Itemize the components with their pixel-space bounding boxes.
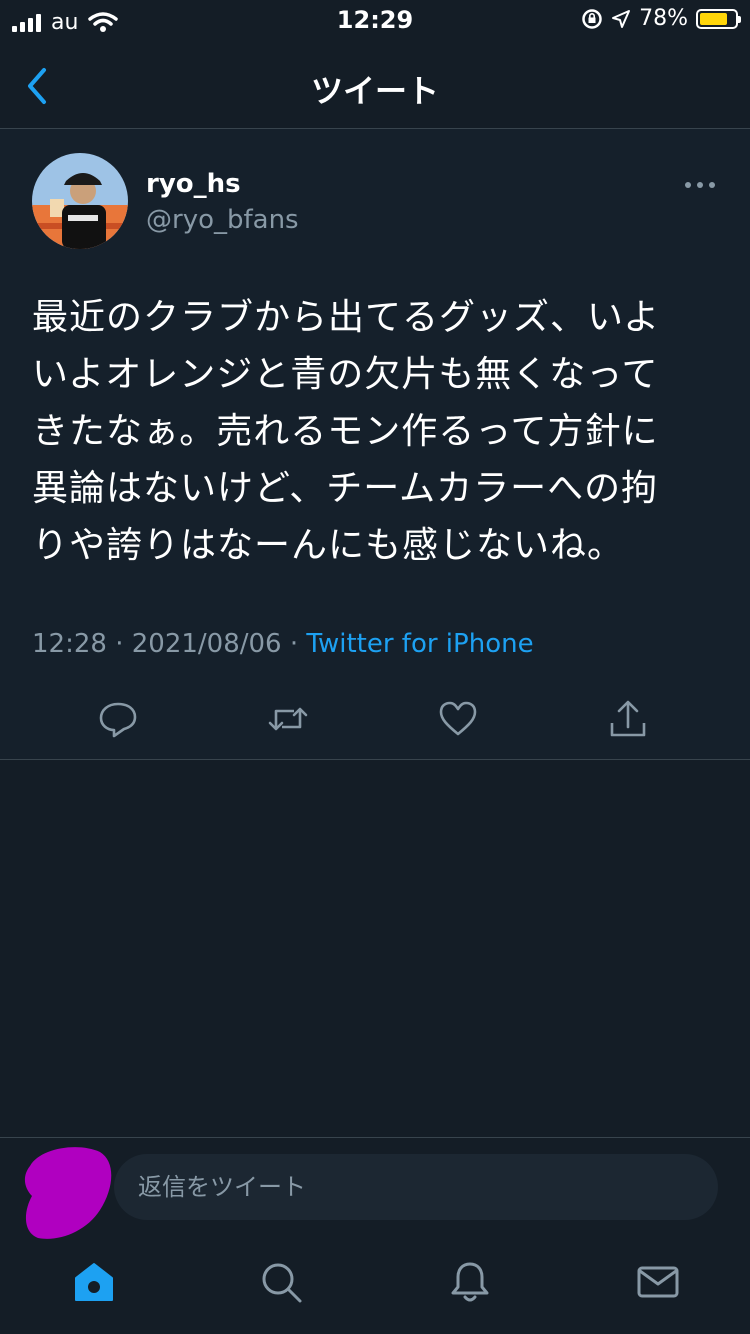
nav-bar: ツイート bbox=[0, 44, 750, 129]
tweet-actions bbox=[0, 689, 750, 749]
tweet-meta: 12:28 · 2021/08/06 · Twitter for iPhone bbox=[32, 629, 534, 659]
battery-percent: 78% bbox=[639, 6, 688, 31]
notifications-icon[interactable] bbox=[448, 1260, 492, 1304]
tab-bar bbox=[0, 1240, 750, 1334]
reply-icon[interactable] bbox=[98, 699, 138, 739]
status-bar: au 12:29 78% bbox=[0, 0, 750, 44]
tweet-text: 最近のクラブから出てるグッズ、いよ いよオレンジと青の欠片も無くなって きたなぁ… bbox=[32, 289, 722, 574]
tweet-text-line: 最近のクラブから出てるグッズ、いよ bbox=[32, 297, 661, 338]
avatar[interactable] bbox=[32, 153, 128, 249]
more-options-icon[interactable] bbox=[680, 177, 720, 193]
tweet-source-link[interactable]: Twitter for iPhone bbox=[306, 629, 533, 659]
status-right: 78% bbox=[581, 6, 741, 31]
tweet-date: 2021/08/06 bbox=[131, 629, 282, 659]
redacted-avatar[interactable] bbox=[20, 1144, 116, 1244]
tweet-text-line: 異論はないけど、チームカラーへの拘 bbox=[32, 468, 659, 509]
home-icon[interactable] bbox=[72, 1260, 116, 1304]
reply-input[interactable]: 返信をツイート bbox=[114, 1154, 718, 1220]
user-handle[interactable]: @ryo_bfans bbox=[146, 205, 299, 235]
search-icon[interactable] bbox=[259, 1260, 303, 1304]
rotation-lock-icon bbox=[582, 8, 602, 29]
meta-separator: · bbox=[289, 629, 299, 659]
tweet-text-line: きたなぁ。売れるモン作るって方針に bbox=[32, 411, 659, 452]
messages-icon[interactable] bbox=[636, 1260, 680, 1304]
battery-icon bbox=[696, 8, 741, 29]
share-icon[interactable] bbox=[608, 699, 648, 739]
retweet-icon[interactable] bbox=[268, 699, 308, 739]
location-icon bbox=[612, 9, 631, 28]
like-icon[interactable] bbox=[438, 699, 478, 739]
battery-level-fill bbox=[700, 12, 727, 25]
tweet-text-line: いよオレンジと青の欠片も無くなって bbox=[32, 354, 659, 395]
tweet-time: 12:28 bbox=[32, 629, 107, 659]
meta-separator: · bbox=[115, 629, 124, 659]
tweet-detail: ryo_hs @ryo_bfans 最近のクラブから出てるグッズ、いよ いよオレ… bbox=[0, 129, 750, 760]
page-title: ツイート bbox=[310, 72, 439, 110]
display-name[interactable]: ryo_hs bbox=[146, 169, 241, 199]
tweet-text-line: りや誇りはなーんにも感じないね。 bbox=[32, 525, 625, 566]
